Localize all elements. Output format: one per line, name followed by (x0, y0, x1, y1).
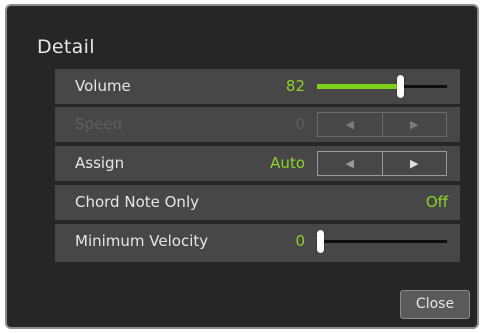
right-arrow-icon: ▶ (410, 118, 419, 131)
volume-value: 82 (285, 77, 305, 95)
speed-arrow-buttons: ◀ ▶ (317, 112, 447, 137)
speed-row: Speed 0 ◀ ▶ (55, 107, 460, 142)
assign-label: Assign (75, 154, 125, 172)
chord-note-only-label: Chord Note Only (75, 193, 199, 211)
assign-value: Auto (270, 154, 305, 172)
volume-slider-thumb[interactable] (397, 75, 404, 98)
assign-decrease-button[interactable]: ◀ (318, 152, 382, 175)
assign-increase-button[interactable]: ▶ (381, 152, 447, 175)
minimum-velocity-slider[interactable] (317, 224, 449, 259)
speed-increase-button[interactable]: ▶ (381, 113, 447, 136)
right-arrow-icon: ▶ (410, 157, 419, 170)
chord-note-only-value[interactable]: Off (426, 185, 448, 220)
volume-row: Volume 82 (55, 69, 460, 104)
chord-note-only-row[interactable]: Chord Note Only Off (55, 185, 460, 220)
minimum-velocity-row: Minimum Velocity 0 (55, 224, 460, 262)
left-arrow-icon: ◀ (345, 118, 354, 131)
dialog-title: Detail (37, 36, 95, 58)
minimum-velocity-slider-track (317, 240, 447, 243)
speed-label: Speed (75, 115, 123, 133)
volume-slider[interactable] (317, 69, 449, 104)
minimum-velocity-slider-thumb[interactable] (317, 230, 324, 253)
speed-value: 0 (295, 115, 305, 133)
speed-decrease-button[interactable]: ◀ (318, 113, 382, 136)
volume-label: Volume (75, 77, 131, 95)
detail-dialog: Detail Volume 82 Speed 0 ◀ ▶ Assign Auto… (5, 4, 479, 329)
left-arrow-icon: ◀ (345, 157, 354, 170)
close-button[interactable]: Close (400, 290, 470, 319)
minimum-velocity-value: 0 (295, 232, 305, 250)
assign-arrow-buttons: ◀ ▶ (317, 151, 447, 176)
minimum-velocity-label: Minimum Velocity (75, 232, 209, 250)
assign-row: Assign Auto ◀ ▶ (55, 146, 460, 181)
volume-slider-fill (317, 84, 401, 89)
